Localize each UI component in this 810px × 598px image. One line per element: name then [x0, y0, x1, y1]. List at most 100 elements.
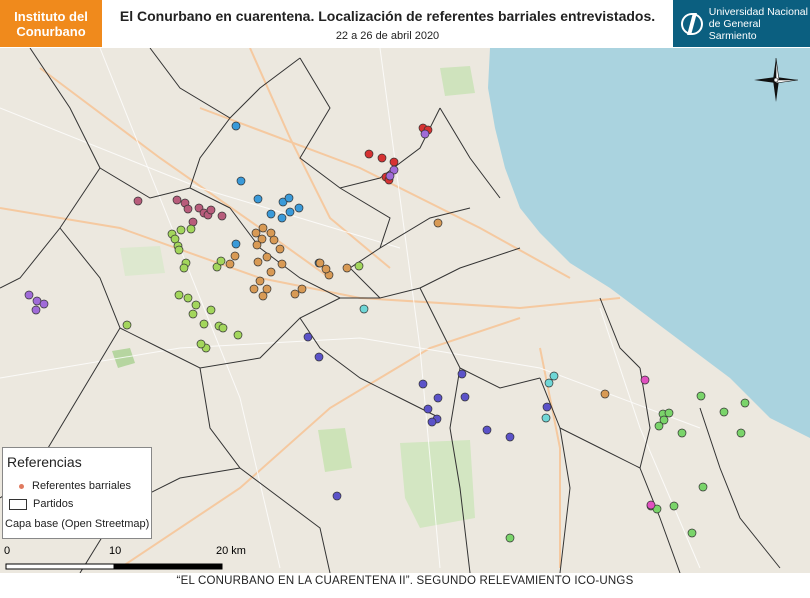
- referente-point: [332, 491, 342, 501]
- referente-point: [188, 309, 198, 319]
- referente-point: [542, 402, 552, 412]
- referente-point: [253, 257, 263, 267]
- logo-instituto-conurbano: Instituto del Conurbano: [0, 0, 102, 47]
- referente-point: [420, 129, 430, 139]
- header: Instituto del Conurbano El Conurbano en …: [0, 0, 810, 47]
- referente-point: [427, 417, 437, 427]
- referente-point: [231, 239, 241, 249]
- referente-point: [236, 176, 246, 186]
- referente-point: [687, 528, 697, 538]
- referente-point: [196, 339, 206, 349]
- logo-left-line1: Instituto del: [14, 8, 88, 24]
- referente-point: [255, 276, 265, 286]
- referente-point: [736, 428, 746, 438]
- referente-point: [433, 218, 443, 228]
- logo-right-line2: de General Sarmiento: [708, 17, 761, 42]
- referente-point: [174, 290, 184, 300]
- referente-point: [262, 252, 272, 262]
- green-area: [112, 348, 135, 368]
- scale-label-20: 20 km: [216, 545, 246, 557]
- referente-point: [385, 171, 395, 181]
- referente-point: [677, 428, 687, 438]
- referente-point: [183, 204, 193, 214]
- legend-row-points: Referentes barriales: [9, 480, 131, 492]
- referente-point: [269, 235, 279, 245]
- referente-point: [206, 205, 216, 215]
- scale-bar: 0 10 20 km: [4, 545, 246, 570]
- legend-title: Referencias: [7, 454, 82, 470]
- referente-point: [321, 264, 331, 274]
- referente-point: [669, 501, 679, 511]
- referente-point: [251, 228, 261, 238]
- referente-point: [646, 500, 656, 510]
- logo-ungs: Universidad Nacional de General Sarmient…: [673, 0, 810, 47]
- green-area: [318, 428, 352, 472]
- referente-point: [253, 194, 263, 204]
- referente-point: [285, 207, 295, 217]
- referente-point: [258, 223, 268, 233]
- referente-point: [217, 211, 227, 221]
- referente-point: [199, 319, 209, 329]
- referente-point: [172, 195, 182, 205]
- logo-right-line1: Universidad Nacional: [708, 5, 808, 18]
- referente-point: [218, 323, 228, 333]
- referente-point: [191, 300, 201, 310]
- referente-point: [342, 263, 352, 273]
- scale-label-10: 10: [109, 545, 121, 557]
- referente-point: [216, 256, 226, 266]
- partido-symbol-icon: [9, 498, 27, 510]
- referente-point: [31, 305, 41, 315]
- referente-point: [354, 261, 364, 271]
- referente-point: [297, 284, 307, 294]
- referente-point: [122, 320, 132, 330]
- referente-point: [186, 224, 196, 234]
- legend-points-label: Referentes barriales: [32, 480, 132, 492]
- referente-point: [133, 196, 143, 206]
- referente-point: [505, 533, 515, 543]
- referente-point: [314, 352, 324, 362]
- referente-point: [39, 299, 49, 309]
- point-symbol-icon: [19, 483, 24, 489]
- referente-point: [600, 389, 610, 399]
- legend-row-partidos: Partidos: [9, 498, 73, 510]
- referente-point: [640, 375, 650, 385]
- referente-point: [231, 121, 241, 131]
- referente-point: [266, 209, 276, 219]
- map-title: El Conurbano en cuarentena. Localización…: [119, 8, 656, 24]
- referente-point: [266, 267, 276, 277]
- referente-point: [225, 259, 235, 269]
- referente-point: [290, 289, 300, 299]
- referente-point: [233, 330, 243, 340]
- referente-point: [460, 392, 470, 402]
- referente-point: [258, 291, 268, 301]
- legend-partidos-label: Partidos: [33, 498, 74, 510]
- referente-point: [654, 421, 664, 431]
- referente-point: [549, 371, 559, 381]
- referente-point: [284, 193, 294, 203]
- referente-point: [482, 425, 492, 435]
- referente-point: [541, 413, 551, 423]
- referente-point: [389, 157, 399, 167]
- referente-point: [696, 391, 706, 401]
- green-area: [120, 246, 165, 276]
- referente-point: [315, 258, 325, 268]
- referente-point: [423, 404, 433, 414]
- referente-point: [664, 408, 674, 418]
- referente-point: [505, 432, 515, 442]
- referente-point: [262, 284, 272, 294]
- referente-point: [230, 251, 240, 261]
- compass-rose-icon: [754, 57, 799, 102]
- referente-point: [275, 244, 285, 254]
- green-area: [400, 440, 475, 528]
- referente-point: [206, 305, 216, 315]
- referente-point: [418, 379, 428, 389]
- scale-label-0: 0: [4, 545, 10, 557]
- referente-point: [277, 259, 287, 269]
- referente-point: [174, 245, 184, 255]
- ungs-logo-icon: [681, 12, 703, 35]
- referente-point: [457, 369, 467, 379]
- referente-point: [359, 304, 369, 314]
- legend-base-label: Capa base (Open Streetmap): [5, 518, 150, 530]
- legend: Referencias Referentes barriales Partido…: [2, 447, 152, 539]
- referente-point: [252, 240, 262, 250]
